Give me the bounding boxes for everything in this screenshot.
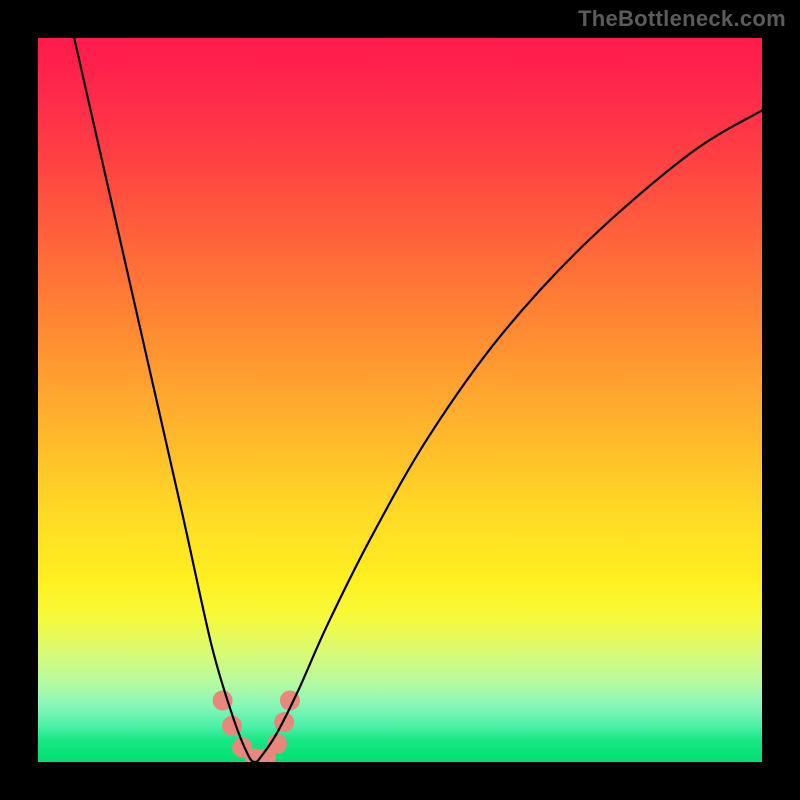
plot-area: [38, 38, 762, 762]
chart-frame: TheBottleneck.com: [0, 0, 800, 800]
marker-group: [213, 690, 300, 762]
bottleneck-curve: [74, 38, 762, 762]
chart-svg: [38, 38, 762, 762]
credit-text: TheBottleneck.com: [578, 6, 786, 32]
curve-marker: [274, 712, 294, 732]
